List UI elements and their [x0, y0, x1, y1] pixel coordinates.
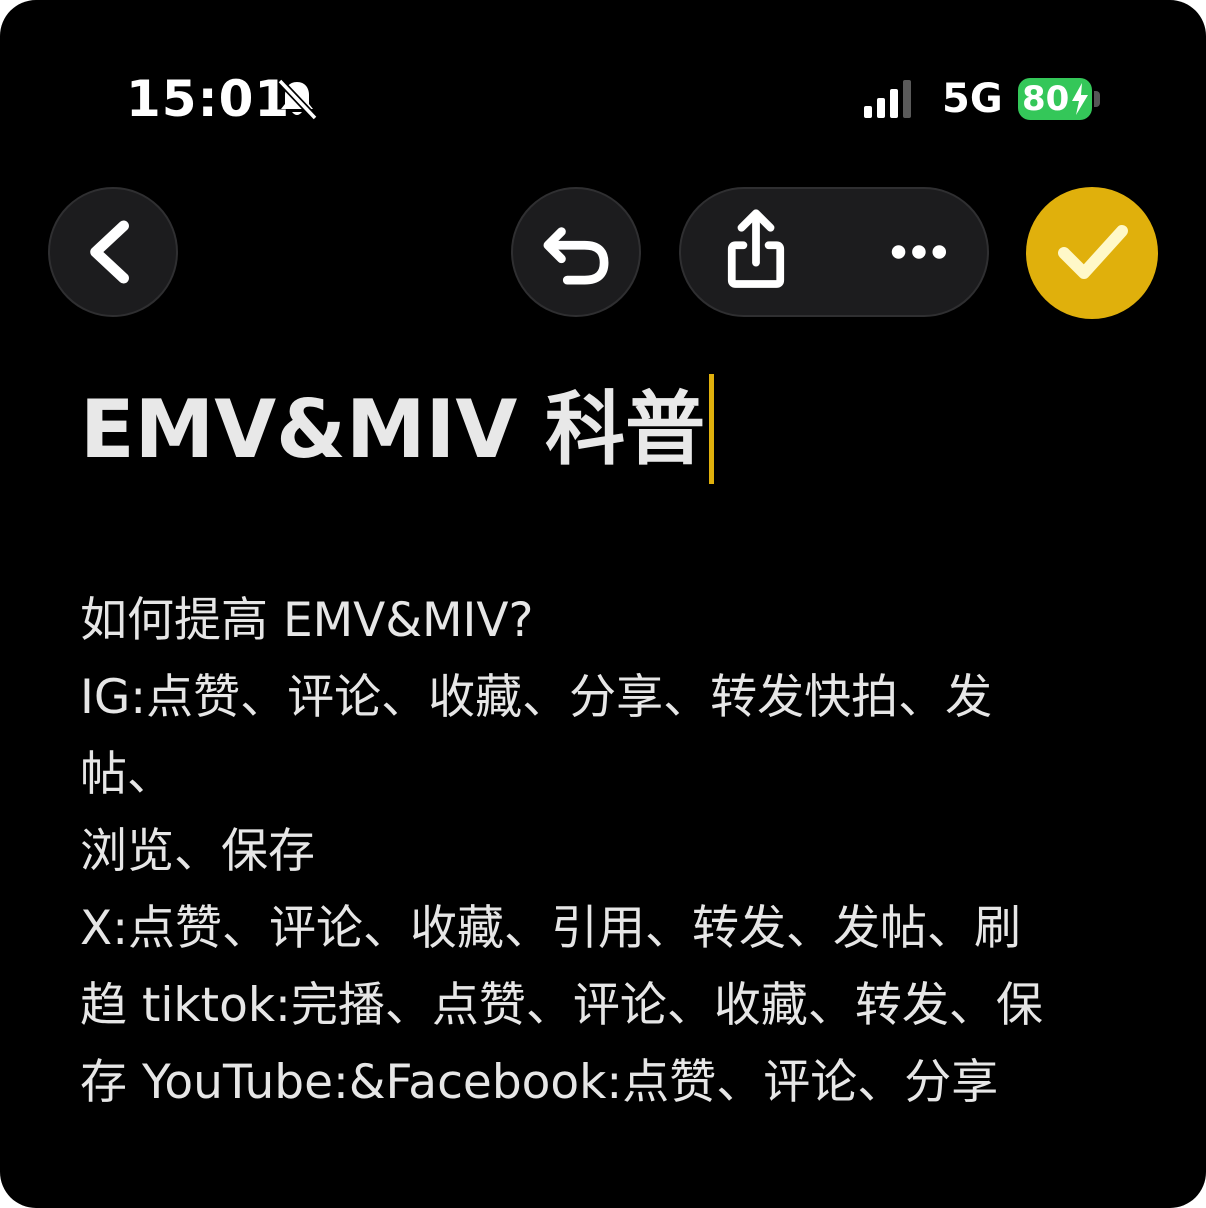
- note-title[interactable]: EMV&MIV 科普: [80, 374, 715, 490]
- more-icon: [891, 245, 947, 259]
- done-button[interactable]: [1026, 187, 1158, 319]
- share-icon: [727, 209, 785, 288]
- status-time: 15:01: [126, 70, 291, 128]
- note-line: 帖、: [80, 747, 174, 802]
- chevron-left-icon: [90, 220, 129, 284]
- note-title-text: EMV&MIV 科普: [80, 382, 706, 476]
- note-line: X:点赞、评论、收藏、引用、转发、发帖、刷: [80, 901, 1022, 956]
- back-button[interactable]: [48, 187, 178, 317]
- note-body[interactable]: 如何提高 EMV&MIV? IG:点赞、评论、收藏、分享、转发快拍、发 帖、 浏…: [80, 582, 1130, 1121]
- battery-level: 80: [1022, 79, 1070, 119]
- bell-slash-icon: [277, 78, 318, 121]
- network-type: 5G: [942, 76, 1003, 122]
- text-cursor: [709, 374, 715, 484]
- note-line: IG:点赞、评论、收藏、分享、转发快拍、发: [80, 670, 993, 725]
- battery-tip: [1094, 91, 1100, 107]
- undo-button[interactable]: [511, 187, 641, 317]
- note-line: 趋 tiktok:完播、点赞、评论、收藏、转发、保: [80, 978, 1043, 1033]
- more-button[interactable]: [851, 189, 981, 315]
- signal-bars-icon: [864, 80, 911, 118]
- actions-pill: [679, 187, 989, 317]
- checkmark-icon: [1058, 225, 1128, 279]
- note-line: 浏览、保存: [80, 824, 315, 879]
- share-button[interactable]: [691, 189, 821, 315]
- notes-screen: 15:01 5G 80 EMV&MIV 科普 如何提高 EMV&MIV? IG:…: [0, 0, 1206, 1208]
- note-line: 如何提高 EMV&MIV?: [80, 593, 534, 648]
- battery-indicator: 80: [1018, 78, 1092, 120]
- note-line: 存 YouTube:&Facebook:点赞、评论、分享: [80, 1055, 999, 1110]
- charging-bolt-icon: [1072, 83, 1088, 115]
- undo-icon: [543, 227, 609, 285]
